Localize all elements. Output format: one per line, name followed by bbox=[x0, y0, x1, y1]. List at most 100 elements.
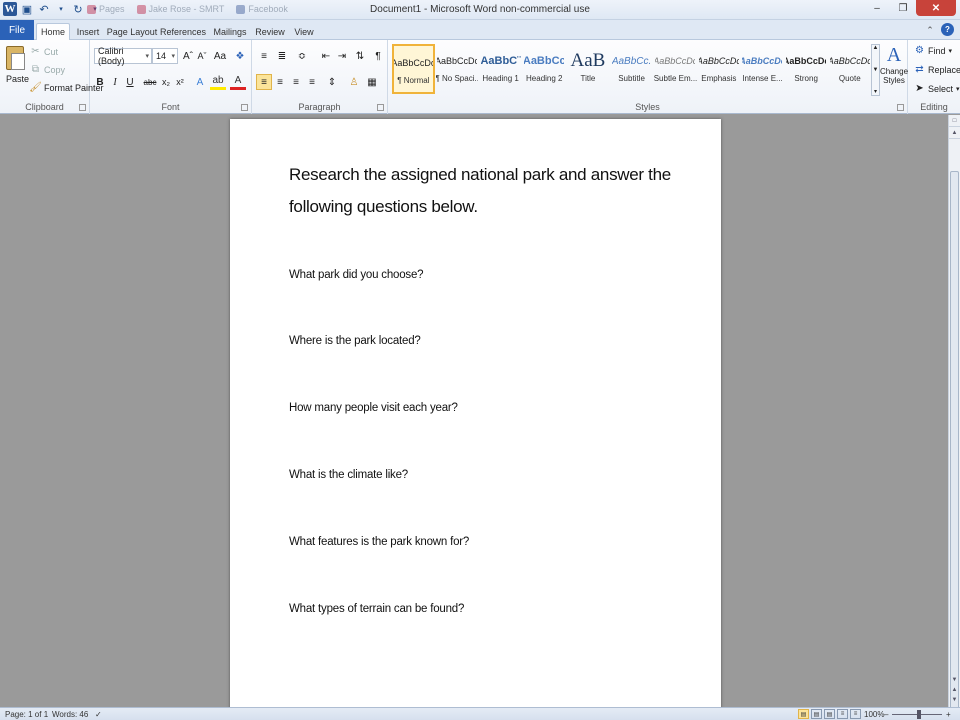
change-styles-button[interactable]: A Change Styles bbox=[880, 44, 908, 85]
next-page-icon[interactable]: ▼ bbox=[949, 695, 960, 705]
scrollbar-thumb[interactable] bbox=[950, 171, 959, 717]
cut-button[interactable]: ✂ Cut bbox=[30, 46, 58, 57]
bold-icon[interactable]: B bbox=[92, 74, 108, 90]
style-strong[interactable]: AaBbCcDc Strong bbox=[785, 44, 828, 94]
zoom-slider-thumb[interactable] bbox=[917, 710, 921, 719]
clear-formatting-icon[interactable]: ❖ bbox=[232, 48, 248, 64]
page-count[interactable]: Page: 1 of 1 bbox=[5, 710, 48, 719]
word-count[interactable]: Words: 46 bbox=[52, 710, 88, 719]
tab-review[interactable]: Review bbox=[254, 23, 286, 40]
font-name-select[interactable]: Calibri (Body) ▾ bbox=[94, 46, 152, 66]
tab-mailings[interactable]: Mailings bbox=[210, 23, 250, 40]
zoom-out-icon[interactable]: – bbox=[884, 710, 888, 719]
shading-icon[interactable]: ♙ bbox=[346, 74, 362, 90]
style-quote[interactable]: AaBbCcDc Quote bbox=[828, 44, 871, 94]
bullets-icon[interactable]: ≡ bbox=[256, 48, 272, 64]
strikethrough-icon[interactable]: abc bbox=[142, 74, 158, 90]
copy-button[interactable]: ⧉ Copy bbox=[30, 64, 65, 75]
font-color-icon[interactable]: A bbox=[230, 74, 246, 90]
style-heading-1[interactable]: AaBbC¨ Heading 1 bbox=[479, 44, 522, 94]
minimize-ribbon-icon[interactable]: ⌃ bbox=[923, 23, 937, 37]
web-layout-icon[interactable]: ▤ bbox=[824, 709, 835, 719]
change-styles-label: Change Styles bbox=[880, 67, 909, 85]
underline-icon[interactable]: U bbox=[122, 74, 138, 90]
multilevel-list-icon[interactable]: ≎ bbox=[294, 48, 310, 64]
paste-button[interactable]: Paste bbox=[6, 74, 29, 84]
clipboard-launcher-icon[interactable] bbox=[79, 104, 86, 111]
select-button[interactable]: ➤ Select ▾ bbox=[914, 83, 959, 94]
minimize-icon[interactable]: – bbox=[864, 0, 890, 16]
document-page[interactable]: Research the assigned national park and … bbox=[230, 119, 721, 707]
find-button[interactable]: ⚙ Find ▾ bbox=[914, 45, 952, 56]
zoom-level[interactable]: 100% bbox=[864, 710, 884, 719]
question-line[interactable]: What is the climate like? bbox=[289, 469, 408, 481]
replace-button[interactable]: ⇄ Replace bbox=[914, 64, 960, 75]
question-line[interactable]: Where is the park located? bbox=[289, 335, 421, 347]
style-name: Heading 1 bbox=[482, 74, 519, 83]
text-effects-icon[interactable]: A bbox=[192, 74, 208, 90]
italic-icon[interactable]: I bbox=[107, 74, 123, 90]
style-intense-emphasis[interactable]: AaBbCcDc Intense E... bbox=[741, 44, 784, 94]
tab-page-layout[interactable]: Page Layout bbox=[106, 23, 158, 40]
styles-gallery: AaBbCcDc ¶ Normal AaBbCcDc ¶ No Spaci...… bbox=[392, 44, 872, 96]
outline-icon[interactable]: ≡ bbox=[837, 709, 848, 719]
help-icon[interactable]: ? bbox=[941, 23, 954, 36]
line-spacing-icon[interactable]: ⇕ bbox=[324, 74, 340, 90]
sort-icon[interactable]: ⇅ bbox=[352, 48, 368, 64]
superscript-icon[interactable]: x² bbox=[172, 74, 188, 90]
style-preview: AaBbCc bbox=[524, 55, 565, 67]
chevron-up-icon[interactable]: ▲ bbox=[873, 45, 879, 51]
style-subtle-emphasis[interactable]: AaBbCcDc Subtle Em... bbox=[654, 44, 697, 94]
decrease-indent-icon[interactable]: ⇤ bbox=[318, 48, 334, 64]
increase-indent-icon[interactable]: ⇥ bbox=[334, 48, 350, 64]
chevron-down-icon[interactable]: ▼ bbox=[873, 67, 879, 73]
style-name: Emphasis bbox=[701, 74, 737, 83]
show-formatting-marks-icon[interactable]: ¶ bbox=[370, 48, 386, 64]
ruler-toggle-icon[interactable]: □ bbox=[949, 115, 960, 127]
print-layout-icon[interactable]: ▤ bbox=[798, 709, 809, 719]
borders-icon[interactable]: ▦ bbox=[364, 74, 380, 90]
style-subtitle[interactable]: AaBbCc. Subtitle bbox=[610, 44, 653, 94]
change-case-icon[interactable]: Aa bbox=[212, 48, 228, 64]
font-size-select[interactable]: 14 ▾ bbox=[152, 48, 178, 64]
paragraph-launcher-icon[interactable] bbox=[377, 104, 384, 111]
shrink-font-icon[interactable]: Aˇ bbox=[194, 48, 210, 64]
highlight-icon[interactable]: ab bbox=[210, 74, 226, 90]
numbering-icon[interactable]: ≣ bbox=[274, 48, 290, 64]
tab-references[interactable]: References bbox=[160, 23, 206, 40]
question-line[interactable]: How many people visit each year? bbox=[289, 402, 458, 414]
styles-launcher-icon[interactable] bbox=[897, 104, 904, 111]
question-line[interactable]: What features is the park known for? bbox=[289, 536, 469, 548]
style-heading-2[interactable]: AaBbCc Heading 2 bbox=[523, 44, 566, 94]
justify-icon[interactable]: ≡ bbox=[304, 74, 320, 90]
document-heading[interactable]: Research the assigned national park and … bbox=[289, 159, 689, 223]
style-emphasis[interactable]: AaBbCcDc Emphasis bbox=[698, 44, 741, 94]
styles-gallery-scroll[interactable]: ▲ ▼ ▾ bbox=[871, 44, 880, 96]
font-launcher-icon[interactable] bbox=[241, 104, 248, 111]
align-right-icon[interactable]: ≡ bbox=[288, 74, 304, 90]
scroll-down-icon[interactable]: ▼ bbox=[949, 675, 960, 685]
draft-icon[interactable]: ≡ bbox=[850, 709, 861, 719]
question-line[interactable]: What types of terrain can be found? bbox=[289, 603, 464, 615]
tab-home[interactable]: Home bbox=[36, 23, 70, 40]
scroll-up-icon[interactable]: ▲ bbox=[949, 127, 960, 139]
vertical-scrollbar[interactable]: □ ▲ ▼ ▲ ▼ bbox=[948, 115, 960, 717]
align-left-icon[interactable]: ≡ bbox=[256, 74, 272, 90]
style-no-spacing[interactable]: AaBbCcDc ¶ No Spaci... bbox=[436, 44, 479, 94]
proofing-icon[interactable]: ✓ bbox=[95, 710, 102, 719]
style-normal[interactable]: AaBbCcDc ¶ Normal bbox=[392, 44, 435, 94]
tab-insert[interactable]: Insert bbox=[72, 23, 104, 40]
close-icon[interactable]: ✕ bbox=[916, 0, 956, 16]
zoom-in-icon[interactable]: + bbox=[946, 710, 951, 719]
question-line[interactable]: What park did you choose? bbox=[289, 269, 424, 281]
style-preview: AaBbCcDc bbox=[655, 56, 696, 66]
center-icon[interactable]: ≡ bbox=[272, 74, 288, 90]
tab-file[interactable]: File bbox=[0, 20, 34, 40]
full-screen-reading-icon[interactable]: ▤ bbox=[811, 709, 822, 719]
restore-icon[interactable]: ❐ bbox=[890, 0, 916, 16]
previous-page-icon[interactable]: ▲ bbox=[949, 685, 960, 695]
more-styles-icon[interactable]: ▾ bbox=[874, 88, 877, 95]
style-title[interactable]: AaB Title bbox=[567, 44, 610, 94]
paste-icon[interactable] bbox=[6, 46, 25, 70]
tab-view[interactable]: View bbox=[290, 23, 318, 40]
